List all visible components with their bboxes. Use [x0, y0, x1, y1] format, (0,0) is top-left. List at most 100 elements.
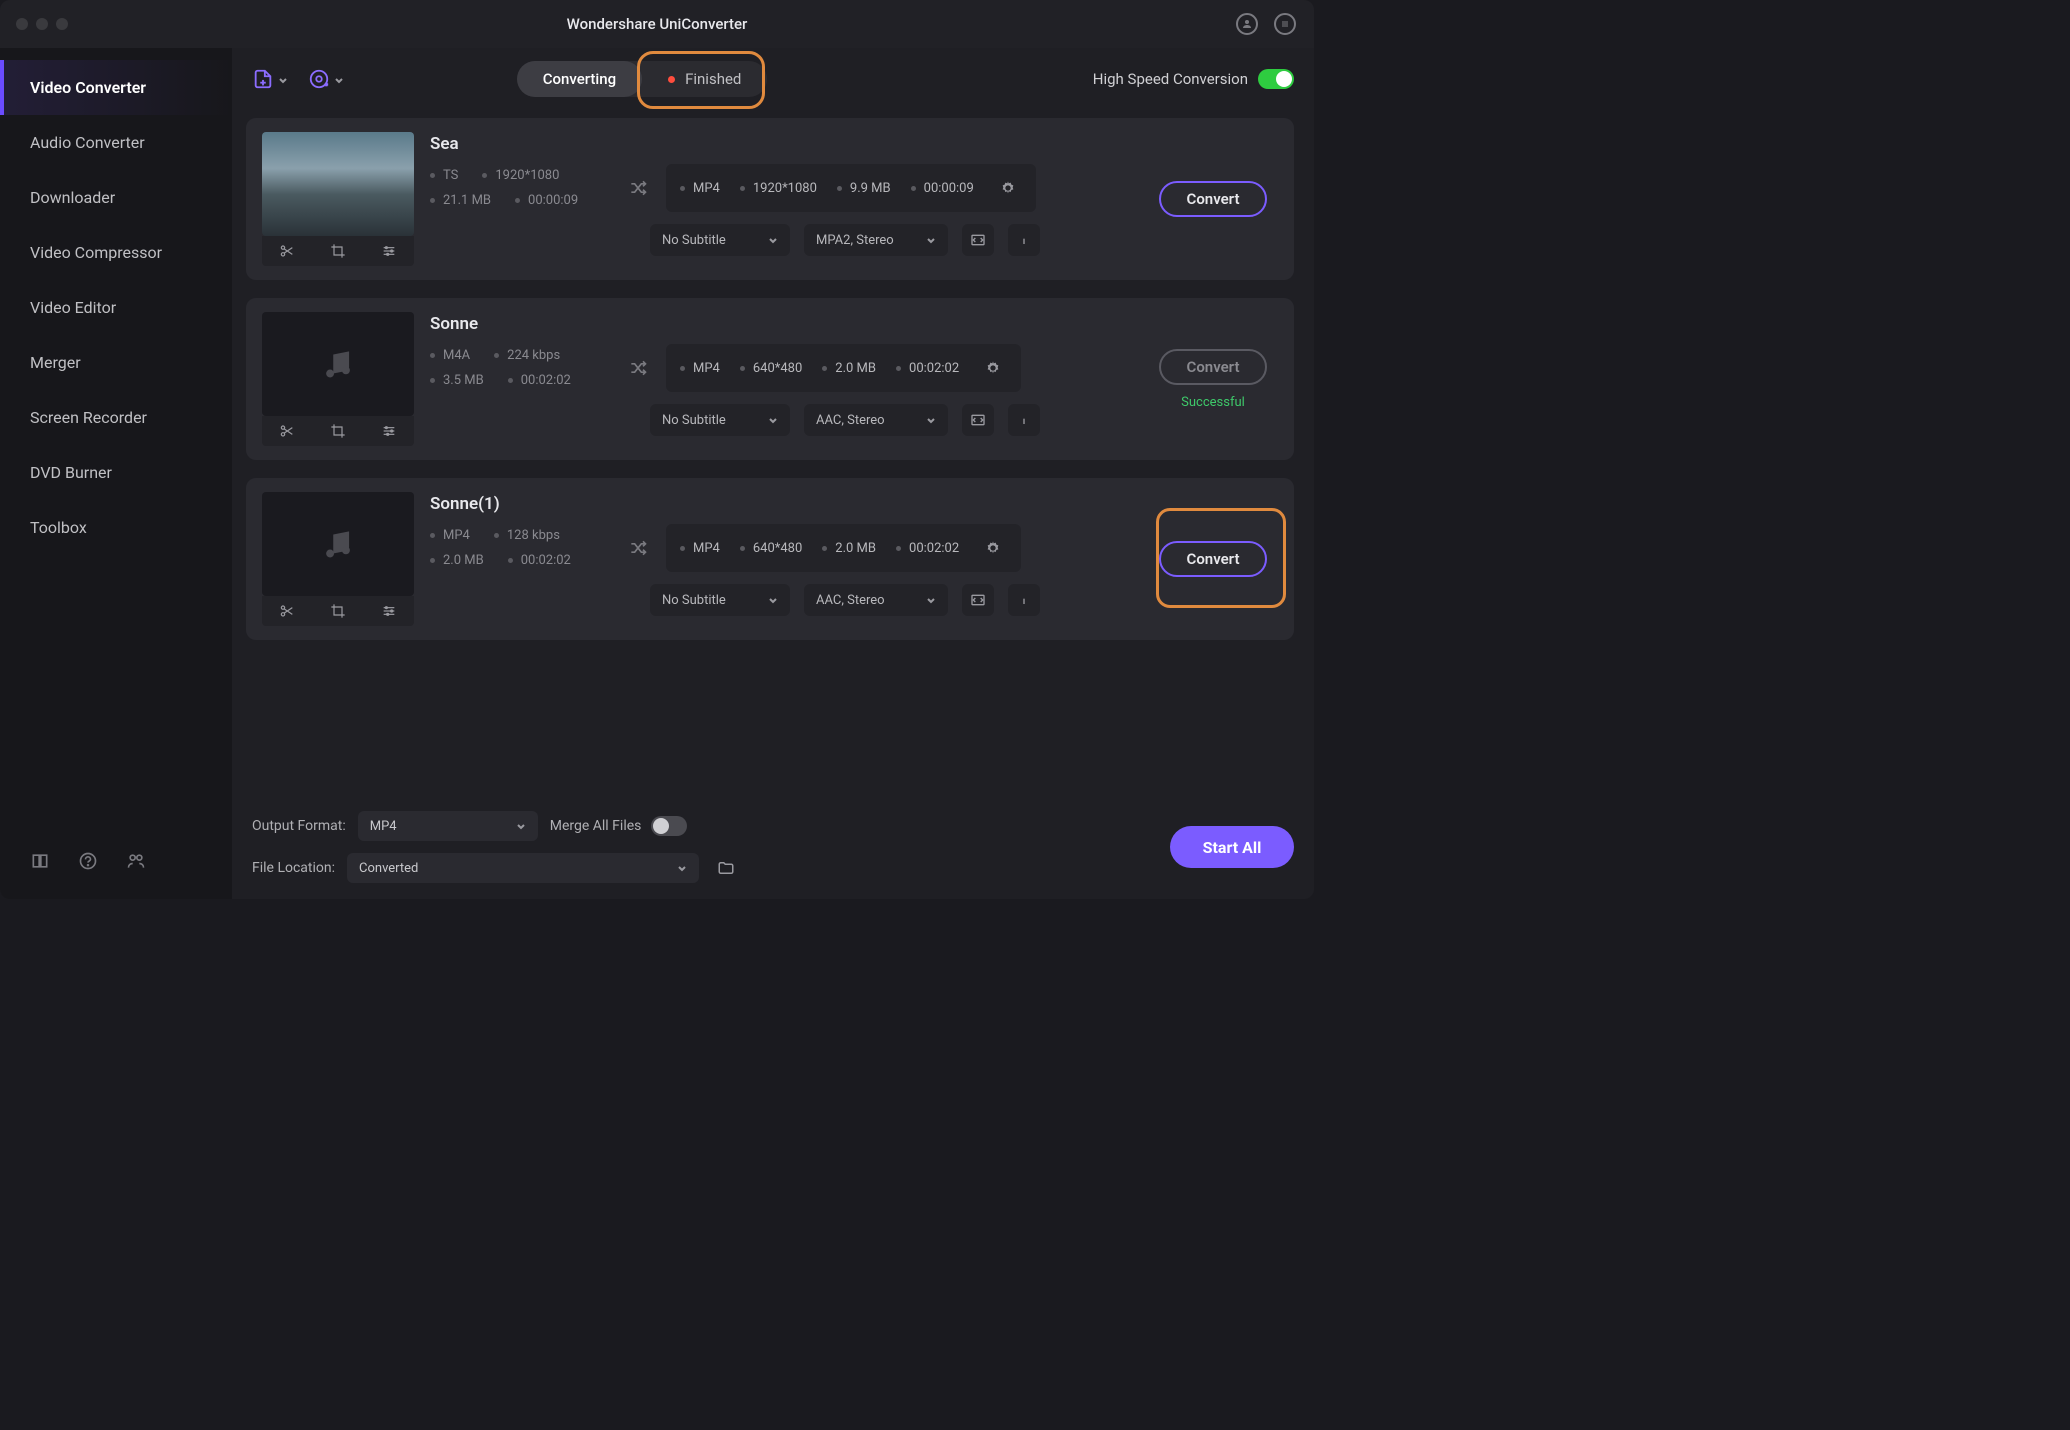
settings-button[interactable]	[979, 534, 1007, 562]
sidebar-item-downloader[interactable]: Downloader	[0, 170, 232, 225]
convert-button[interactable]: Convert	[1159, 181, 1267, 217]
src-size: 3.5 MB	[430, 373, 484, 388]
src-format: TS	[430, 168, 458, 183]
expand-button[interactable]	[962, 224, 994, 256]
cut-button[interactable]	[262, 596, 313, 626]
info-button[interactable]	[1008, 404, 1040, 436]
chevron-down-icon	[334, 74, 344, 84]
topbar: Converting Finished High Speed Conversio…	[232, 48, 1314, 110]
settings-button[interactable]	[979, 354, 1007, 382]
merge-toggle[interactable]	[651, 816, 687, 836]
audio-track-select[interactable]: MPA2, Stereo	[804, 224, 948, 256]
high-speed-label: High Speed Conversion	[1093, 70, 1248, 88]
window-maximize-icon[interactable]	[56, 18, 68, 30]
sidebar-item-toolbox[interactable]: Toolbox	[0, 500, 232, 555]
status-text: Successful	[1181, 395, 1245, 410]
sidebar-item-label: Toolbox	[30, 518, 87, 537]
cut-button[interactable]	[262, 236, 313, 266]
sidebar-item-label: DVD Burner	[30, 463, 112, 482]
tab-finished[interactable]: Finished	[642, 61, 767, 97]
subtitle-select[interactable]: No Subtitle	[650, 404, 790, 436]
feedback-icon[interactable]	[126, 851, 146, 875]
tutorial-icon[interactable]	[30, 851, 50, 875]
thumbnail[interactable]	[262, 492, 414, 596]
file-card: Sonne M4A224 kbps 3.5 MB00:02:02 MP4 640…	[246, 298, 1294, 460]
file-location-select[interactable]: Converted	[347, 853, 699, 883]
file-name: Sonne(1)	[430, 494, 1132, 514]
info-button[interactable]	[1008, 224, 1040, 256]
subtitle-select[interactable]: No Subtitle	[650, 584, 790, 616]
add-file-button[interactable]	[252, 68, 288, 90]
chevron-down-icon	[278, 74, 288, 84]
high-speed-toggle[interactable]	[1258, 69, 1294, 89]
sidebar-item-video-converter[interactable]: Video Converter	[0, 60, 232, 115]
output-format-select[interactable]: MP4	[358, 811, 538, 841]
sidebar-item-label: Video Compressor	[30, 243, 162, 262]
sidebar-item-screen-recorder[interactable]: Screen Recorder	[0, 390, 232, 445]
effects-button[interactable]	[363, 236, 414, 266]
file-list: Sea TS1920*1080 21.1 MB00:00:09 MP4 1920…	[232, 110, 1314, 797]
notification-dot-icon	[668, 76, 675, 83]
account-icon[interactable]	[1236, 13, 1258, 35]
file-card: Sea TS1920*1080 21.1 MB00:00:09 MP4 1920…	[246, 118, 1294, 280]
src-duration: 00:00:09	[515, 193, 578, 208]
out-size: 9.9 MB	[837, 181, 891, 196]
out-resolution: 1920*1080	[740, 181, 817, 196]
convert-button: Convert	[1159, 349, 1267, 385]
merge-label: Merge All Files	[550, 818, 642, 834]
help-icon[interactable]	[78, 851, 98, 875]
sidebar-item-audio-converter[interactable]: Audio Converter	[0, 115, 232, 170]
sidebar: Video Converter Audio Converter Download…	[0, 48, 232, 899]
titlebar: Wondershare UniConverter	[0, 0, 1314, 48]
out-resolution: 640*480	[740, 541, 802, 556]
cut-button[interactable]	[262, 416, 313, 446]
audio-track-select[interactable]: AAC, Stereo	[804, 404, 948, 436]
expand-button[interactable]	[962, 584, 994, 616]
out-size: 2.0 MB	[822, 361, 876, 376]
menu-icon[interactable]	[1274, 13, 1296, 35]
out-format: MP4	[680, 181, 720, 196]
out-size: 2.0 MB	[822, 541, 876, 556]
subtitle-select[interactable]: No Subtitle	[650, 224, 790, 256]
effects-button[interactable]	[363, 416, 414, 446]
src-resolution: 1920*1080	[482, 168, 559, 183]
src-format: M4A	[430, 348, 470, 363]
sidebar-item-dvd-burner[interactable]: DVD Burner	[0, 445, 232, 500]
crop-button[interactable]	[313, 416, 364, 446]
src-format: MP4	[430, 528, 470, 543]
sidebar-item-label: Video Converter	[30, 78, 146, 97]
src-size: 21.1 MB	[430, 193, 491, 208]
sidebar-item-video-compressor[interactable]: Video Compressor	[0, 225, 232, 280]
start-all-button[interactable]: Start All	[1170, 826, 1294, 868]
open-folder-button[interactable]	[711, 853, 741, 883]
effects-button[interactable]	[363, 596, 414, 626]
sidebar-item-label: Audio Converter	[30, 133, 145, 152]
app-title: Wondershare UniConverter	[567, 15, 748, 33]
output-info: MP4 640*480 2.0 MB 00:02:02	[666, 524, 1021, 572]
add-disc-button[interactable]	[308, 68, 344, 90]
out-duration: 00:02:02	[896, 541, 959, 556]
expand-button[interactable]	[962, 404, 994, 436]
out-duration: 00:00:09	[911, 181, 974, 196]
crop-button[interactable]	[313, 236, 364, 266]
src-resolution: 224 kbps	[494, 348, 560, 363]
sidebar-item-label: Video Editor	[30, 298, 116, 317]
window-close-icon[interactable]	[16, 18, 28, 30]
audio-track-select[interactable]: AAC, Stereo	[804, 584, 948, 616]
settings-button[interactable]	[994, 174, 1022, 202]
sidebar-item-label: Merger	[30, 353, 81, 372]
info-button[interactable]	[1008, 584, 1040, 616]
tab-converting[interactable]: Converting	[517, 61, 642, 97]
thumbnail[interactable]	[262, 132, 414, 236]
status-segmented: Converting Finished	[517, 61, 768, 97]
sidebar-item-merger[interactable]: Merger	[0, 335, 232, 390]
window-minimize-icon[interactable]	[36, 18, 48, 30]
output-format-label: Output Format:	[252, 818, 346, 834]
crop-button[interactable]	[313, 596, 364, 626]
convert-button[interactable]: Convert	[1159, 541, 1267, 577]
sidebar-item-video-editor[interactable]: Video Editor	[0, 280, 232, 335]
output-info: MP4 1920*1080 9.9 MB 00:00:09	[666, 164, 1036, 212]
src-resolution: 128 kbps	[494, 528, 560, 543]
thumbnail[interactable]	[262, 312, 414, 416]
file-name: Sonne	[430, 314, 1132, 334]
